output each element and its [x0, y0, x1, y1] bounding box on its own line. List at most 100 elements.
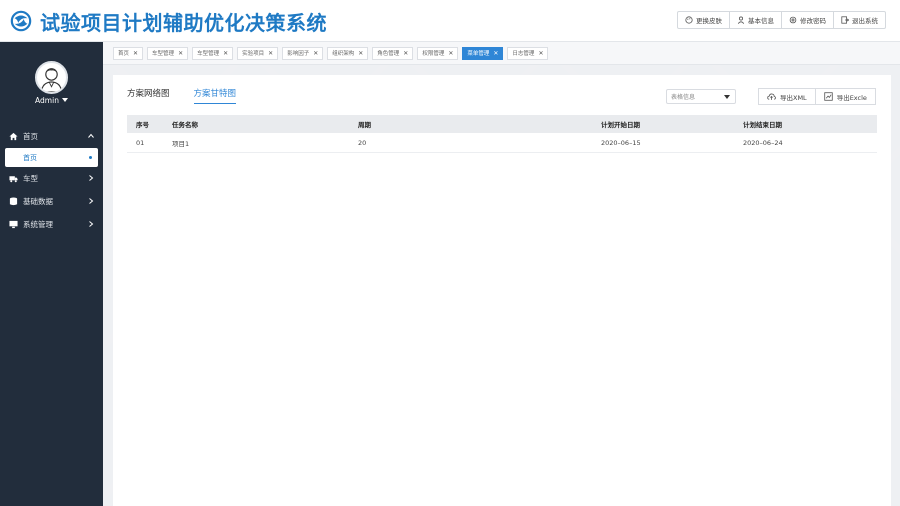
avatar[interactable] — [35, 61, 68, 94]
home-icon — [9, 132, 18, 141]
tab-permission-mgmt[interactable]: 权限管理 ✕ — [417, 46, 459, 60]
tab-label: 首页 — [118, 51, 130, 57]
close-icon[interactable]: ✕ — [403, 50, 408, 57]
app-header: 试验项目计划辅助优化决策系统 更换皮肤 基本信息 修改密码 退出系统 — [0, 0, 900, 42]
sidebar-item-base-data[interactable]: 基础数据 — [0, 190, 103, 213]
gear-icon — [789, 16, 797, 24]
tab-label: 实验项目 — [242, 51, 265, 57]
palette-icon — [685, 16, 693, 24]
task-table: 序号 任务名称 周期 计划开始日期 计划结束日期 01 项目1 20 2020–… — [127, 115, 877, 153]
basic-info-label: 基本信息 — [748, 17, 774, 25]
col-start-date[interactable]: 计划开始日期 — [592, 119, 734, 129]
close-icon[interactable]: ✕ — [133, 50, 138, 57]
col-task-name[interactable]: 任务名称 — [163, 119, 349, 129]
logo-icon — [10, 10, 32, 32]
cell-index: 01 — [136, 138, 145, 147]
chevron-up-icon — [88, 133, 94, 138]
sidebar-item-home-label: 首页 — [23, 132, 38, 141]
close-icon[interactable]: ✕ — [223, 50, 228, 57]
tab-home[interactable]: 首页 ✕ — [113, 46, 144, 60]
change-password-button[interactable]: 修改密码 — [781, 11, 834, 29]
user-menu[interactable]: Admin — [0, 96, 103, 105]
chevron-right-icon — [89, 198, 94, 204]
app-logo: 试验项目计划辅助优化决策系统 — [10, 6, 327, 36]
chevron-right-icon — [89, 175, 94, 181]
open-tabs-bar: 首页 ✕ 车型管理 ✕ 车型管理 ✕ 实验项目 ✕ 影响因子 ✕ 组织架构 ✕ 角色管理 ✕ … — [103, 42, 900, 65]
col-period[interactable]: 周期 — [349, 119, 592, 129]
chevron-right-icon — [89, 221, 94, 227]
tab-label: 影响因子 — [287, 51, 310, 57]
tab-log-mgmt[interactable]: 日志管理 ✕ — [507, 46, 549, 60]
app-title: 试验项目计划辅助优化决策系统 — [40, 10, 327, 35]
tab-label: 角色管理 — [377, 51, 400, 57]
export-xml-label: 导出XML — [780, 93, 807, 102]
table-header: 序号 任务名称 周期 计划开始日期 计划结束日期 — [127, 115, 877, 133]
tab-menu-mgmt[interactable]: 菜单管理 ✕ — [462, 46, 504, 60]
change-skin-label: 更换皮肤 — [696, 17, 722, 25]
user-name: Admin — [35, 96, 59, 105]
tab-vehicle-mgmt[interactable]: 车型管理 ✕ — [147, 46, 189, 60]
cell-start-date: 2020–06–15 — [601, 138, 641, 147]
sidebar-subitem-home-label: 首页 — [23, 153, 37, 162]
tab-label: 车型管理 — [152, 51, 175, 57]
change-password-label: 修改密码 — [800, 17, 826, 25]
chart-icon — [824, 92, 833, 101]
logout-label: 退出系统 — [852, 17, 878, 25]
close-icon[interactable]: ✕ — [268, 50, 273, 57]
tab-vehicle-mgmt-2[interactable]: 车型管理 ✕ — [192, 46, 234, 60]
tab-network-diagram[interactable]: 方案网络图 — [127, 87, 170, 104]
avatar-person-icon — [40, 68, 63, 92]
caret-down-icon — [61, 98, 68, 102]
close-icon[interactable]: ✕ — [493, 50, 498, 57]
caret-down-icon — [724, 95, 730, 99]
tab-label: 日志管理 — [512, 51, 535, 57]
truck-icon — [9, 176, 18, 183]
main-panel: 方案网络图 方案甘特图 表格信息 导出XML 导出Excle 序号 任务名称 周… — [113, 75, 891, 506]
sidebar-item-system[interactable]: 系统管理 — [0, 213, 103, 236]
close-icon[interactable]: ✕ — [358, 50, 363, 57]
col-end-date[interactable]: 计划结束日期 — [734, 119, 877, 129]
cell-task-name: 项目1 — [172, 139, 190, 148]
sidebar-item-home[interactable]: 首页 — [0, 125, 103, 148]
sidebar-menu: 首页 首页 车型 基础数据 系统管理 — [0, 125, 103, 236]
close-icon[interactable]: ✕ — [178, 50, 183, 57]
close-icon[interactable]: ✕ — [448, 50, 453, 57]
cloud-upload-icon — [767, 93, 776, 100]
sidebar: Admin 首页 首页 车型 基础数据 系统管理 — [0, 42, 103, 506]
sidebar-item-system-label: 系统管理 — [23, 220, 53, 229]
sidebar-item-vehicle-label: 车型 — [23, 174, 38, 183]
sidebar-subitem-home[interactable]: 首页 — [5, 148, 98, 167]
basic-info-button[interactable]: 基本信息 — [729, 11, 782, 29]
cell-period: 20 — [358, 138, 367, 147]
database-icon — [9, 197, 18, 206]
tab-label: 菜单管理 — [467, 51, 490, 57]
change-skin-button[interactable]: 更换皮肤 — [677, 11, 730, 29]
monitor-icon — [9, 220, 18, 229]
tab-gantt-chart[interactable]: 方案甘特图 — [193, 87, 237, 104]
active-dot-icon — [89, 156, 92, 159]
tab-label: 车型管理 — [197, 51, 220, 57]
select-placeholder: 表格信息 — [671, 94, 696, 101]
logout-icon — [841, 16, 849, 24]
export-xml-button[interactable]: 导出XML — [758, 88, 816, 105]
tab-role-mgmt[interactable]: 角色管理 ✕ — [372, 46, 414, 60]
export-actions: 导出XML 导出Excle — [758, 88, 876, 105]
tab-label: 权限管理 — [422, 51, 445, 57]
table-info-select[interactable]: 表格信息 — [666, 89, 736, 104]
sidebar-item-vehicle[interactable]: 车型 — [0, 167, 103, 190]
export-excel-label: 导出Excle — [836, 93, 867, 102]
tab-label: 组织架构 — [332, 51, 355, 57]
logout-button[interactable]: 退出系统 — [833, 11, 886, 29]
cell-end-date: 2020–06–24 — [743, 138, 783, 147]
user-icon — [737, 16, 745, 24]
table-row[interactable]: 01 项目1 20 2020–06–15 2020–06–24 — [127, 133, 877, 153]
export-excel-button[interactable]: 导出Excle — [814, 88, 876, 105]
tab-org-structure[interactable]: 组织架构 ✕ — [327, 46, 369, 60]
close-icon[interactable]: ✕ — [538, 50, 543, 57]
close-icon[interactable]: ✕ — [313, 50, 318, 57]
header-actions: 更换皮肤 基本信息 修改密码 退出系统 — [677, 11, 886, 29]
col-index[interactable]: 序号 — [127, 119, 163, 129]
view-tabs: 方案网络图 方案甘特图 — [127, 87, 237, 104]
tab-impact-factor[interactable]: 影响因子 ✕ — [282, 46, 324, 60]
tab-experiment-project[interactable]: 实验项目 ✕ — [237, 46, 279, 60]
